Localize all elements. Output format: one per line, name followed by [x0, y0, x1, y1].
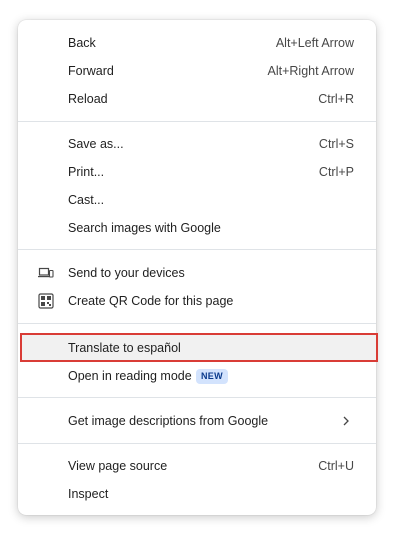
- menu-item-label: Cast...: [68, 193, 105, 207]
- chevron-right-icon: [340, 415, 352, 427]
- menu-item-shortcut: Ctrl+R: [318, 92, 354, 106]
- qr-code-icon: [38, 293, 54, 309]
- menu-separator: [18, 323, 376, 324]
- menu-item-shortcut: Ctrl+S: [318, 137, 354, 151]
- menu-separator: [18, 121, 376, 122]
- menu-item-label: Inspect: [68, 487, 109, 501]
- menu-item-label: Print...: [68, 165, 105, 179]
- menu-item-view-source[interactable]: View page source Ctrl+U: [18, 452, 376, 480]
- menu-item-inspect[interactable]: Inspect: [18, 480, 376, 508]
- menu-item-label: Translate to español: [68, 341, 181, 355]
- menu-item-reload[interactable]: Reload Ctrl+R: [18, 85, 376, 113]
- menu-item-label: Get image descriptions from Google: [68, 414, 269, 428]
- menu-item-send-to-devices[interactable]: Send to your devices: [18, 259, 376, 287]
- menu-item-translate[interactable]: Translate to español: [18, 334, 376, 362]
- menu-item-shortcut: Alt+Right Arrow: [267, 64, 355, 78]
- menu-item-label: Search images with Google: [68, 221, 221, 235]
- menu-item-label: View page source: [68, 459, 168, 473]
- menu-item-shortcut: Ctrl+U: [318, 459, 354, 473]
- menu-item-search-images[interactable]: Search images with Google: [18, 214, 376, 242]
- menu-item-back[interactable]: Back Alt+Left Arrow: [18, 29, 376, 57]
- menu-separator: [18, 249, 376, 250]
- menu-item-label: Forward: [68, 64, 114, 78]
- menu-item-create-qr[interactable]: Create QR Code for this page: [18, 287, 376, 315]
- menu-item-image-descriptions[interactable]: Get image descriptions from Google: [18, 407, 376, 435]
- menu-item-save-as[interactable]: Save as... Ctrl+S: [18, 130, 376, 158]
- menu-item-label: Save as...: [68, 137, 124, 151]
- menu-item-label: Back: [68, 36, 96, 50]
- menu-item-cast[interactable]: Cast...: [18, 186, 376, 214]
- menu-item-shortcut: Alt+Left Arrow: [275, 36, 354, 50]
- menu-item-shortcut: Ctrl+P: [318, 165, 354, 179]
- menu-item-label: Send to your devices: [68, 266, 185, 280]
- menu-item-label: Create QR Code for this page: [68, 294, 234, 308]
- laptop-phone-icon: [38, 266, 54, 280]
- menu-separator: [18, 397, 376, 398]
- menu-item-print[interactable]: Print... Ctrl+P: [18, 158, 376, 186]
- context-menu: Back Alt+Left Arrow Forward Alt+Right Ar…: [18, 20, 378, 515]
- menu-separator: [18, 443, 376, 444]
- new-badge: NEW: [196, 369, 228, 384]
- menu-item-label: Reload: [68, 92, 108, 106]
- menu-item-forward[interactable]: Forward Alt+Right Arrow: [18, 57, 376, 85]
- menu-item-reading-mode[interactable]: Open in reading mode NEW: [18, 362, 376, 390]
- menu-item-label: Open in reading mode: [68, 369, 192, 383]
